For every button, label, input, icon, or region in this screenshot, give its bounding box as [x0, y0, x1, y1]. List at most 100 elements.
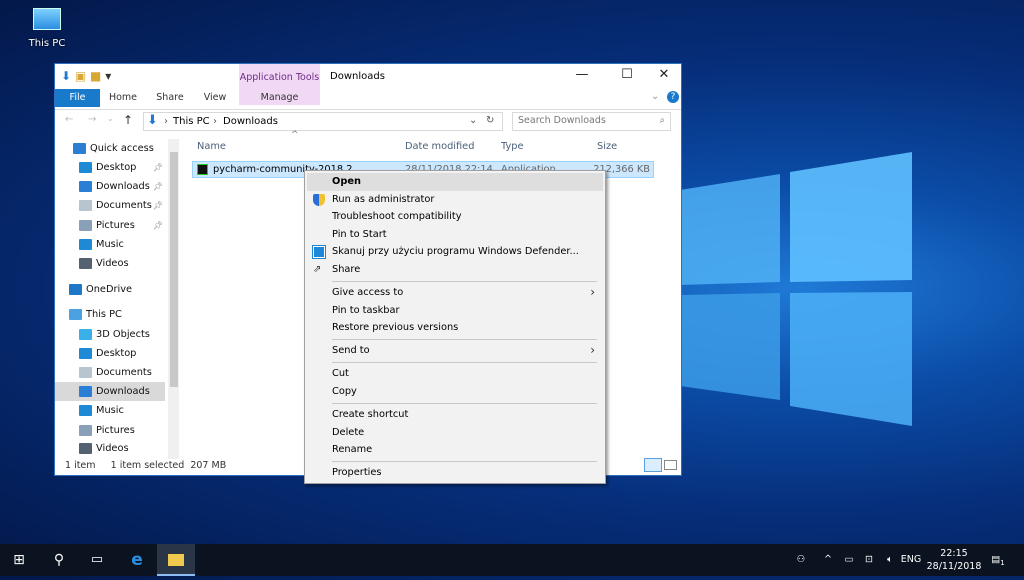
column-header-type[interactable]: Type: [501, 141, 524, 152]
tab-home[interactable]: Home: [103, 89, 143, 107]
download-arrow-icon: [79, 385, 92, 397]
nav-item-this-pc[interactable]: This PC: [55, 305, 165, 324]
cube-icon: [79, 328, 92, 340]
desktop-icon: [79, 161, 92, 173]
navigation-pane: Quick access Desktop 📌︎ Downloads 📌︎ Document…: [55, 139, 180, 464]
volume-icon[interactable]: 🔈︎: [880, 544, 900, 576]
quick-access-toolbar[interactable]: ⬇ ▣ ■ ▾: [61, 69, 111, 83]
download-arrow-icon: ⬇: [147, 113, 158, 128]
address-bar[interactable]: ⬇ › This PC › Downloads ⌄ ↻: [143, 112, 503, 131]
nav-item-documents[interactable]: Documents: [55, 363, 165, 382]
show-hidden-icons-chevron[interactable]: ^: [820, 544, 836, 576]
tab-file[interactable]: File: [55, 89, 100, 107]
pin-icon: 📌︎: [152, 182, 163, 191]
pin-icon: 📌︎: [152, 221, 163, 230]
nav-item-music[interactable]: Music: [55, 401, 165, 420]
menu-item-share[interactable]: ⇗ Share: [307, 261, 603, 279]
nav-item-desktop[interactable]: Desktop: [55, 344, 165, 363]
large-icons-view-button[interactable]: [664, 460, 677, 470]
context-menu: Open Run as administrator Troubleshoot com…: [304, 170, 606, 484]
minimize-button[interactable]: —: [567, 67, 597, 82]
tab-view[interactable]: View: [195, 89, 235, 107]
network-icon[interactable]: ⊡: [860, 544, 878, 576]
people-icon[interactable]: ⚇: [790, 544, 812, 576]
help-icon[interactable]: ?: [667, 91, 679, 103]
search-button[interactable]: ⚲: [44, 544, 74, 576]
details-view-button[interactable]: [644, 458, 662, 472]
menu-item-delete[interactable]: Delete: [307, 424, 603, 442]
power-icon[interactable]: ▭: [840, 544, 858, 576]
nav-item-quick-access[interactable]: Quick access: [55, 139, 165, 158]
menu-item-pin-to-start[interactable]: Pin to Start: [307, 226, 603, 244]
column-header-size[interactable]: Size: [597, 141, 617, 152]
address-dropdown-icon[interactable]: ⌄: [469, 115, 477, 126]
start-button[interactable]: ⊞: [4, 544, 34, 576]
recent-dropdown[interactable]: ⌄: [107, 114, 114, 123]
search-input[interactable]: Search Downloads ⌕: [512, 112, 671, 131]
nav-item-videos[interactable]: Videos: [55, 439, 165, 458]
nav-item-downloads[interactable]: Downloads: [55, 382, 165, 401]
nav-item-pictures[interactable]: Pictures: [55, 421, 165, 440]
column-header-date[interactable]: Date modified: [405, 141, 474, 152]
address-bar-row: ← → ⌄ ↑ ⬇ › This PC › Downloads ⌄ ↻ Sear…: [55, 109, 681, 133]
menu-item-troubleshoot-compatibility[interactable]: Troubleshoot compatibility: [307, 208, 603, 226]
document-icon: [79, 199, 92, 211]
desktop-icon-this-pc[interactable]: This PC: [22, 8, 72, 49]
computer-icon: [33, 8, 61, 30]
close-button[interactable]: ✕: [649, 67, 679, 82]
pictures-icon: [79, 424, 92, 436]
menu-item-give-access-to[interactable]: Give access to ›: [307, 284, 603, 302]
submenu-arrow-icon: ›: [590, 343, 595, 358]
menu-item-pin-to-taskbar[interactable]: Pin to taskbar: [307, 302, 603, 320]
expand-ribbon-icon[interactable]: ⌄: [651, 91, 659, 102]
breadcrumb-downloads[interactable]: Downloads: [223, 116, 278, 127]
nav-item-downloads[interactable]: Downloads 📌︎: [55, 177, 165, 196]
window-title: Downloads: [330, 71, 385, 82]
back-button[interactable]: ←: [65, 114, 73, 125]
nav-item-pictures[interactable]: Pictures 📌︎: [55, 216, 165, 235]
nav-item-documents[interactable]: Documents 📌︎: [55, 196, 165, 215]
column-header-name[interactable]: Name: [197, 141, 226, 152]
clock[interactable]: 22:15 28/11/2018: [926, 544, 982, 576]
nav-item-videos[interactable]: Videos: [55, 254, 165, 273]
pictures-icon: [79, 219, 92, 231]
menu-item-rename[interactable]: Rename: [307, 441, 603, 459]
menu-item-restore-previous-versions[interactable]: Restore previous versions: [307, 319, 603, 337]
breadcrumb-this-pc[interactable]: This PC: [173, 116, 210, 127]
status-bar: 1 item 1 item selected 207 MB: [65, 460, 227, 471]
menu-item-properties[interactable]: Properties: [307, 464, 603, 482]
edge-icon[interactable]: e: [122, 544, 152, 576]
menu-item-open[interactable]: Open: [307, 173, 603, 191]
computer-icon: [69, 308, 82, 320]
cloud-icon: [69, 283, 82, 295]
nav-item-3d-objects[interactable]: 3D Objects: [55, 325, 165, 344]
menu-item-create-shortcut[interactable]: Create shortcut: [307, 406, 603, 424]
submenu-arrow-icon: ›: [590, 285, 595, 300]
action-center-icon[interactable]: ▤1: [988, 544, 1008, 576]
forward-button[interactable]: →: [88, 114, 96, 125]
share-icon: ⇗: [313, 263, 322, 275]
desktop-icon: [79, 347, 92, 359]
menu-item-copy[interactable]: Copy: [307, 383, 603, 401]
videos-icon: [79, 257, 92, 269]
windows-logo-wallpaper: [680, 152, 912, 426]
menu-item-send-to[interactable]: Send to ›: [307, 342, 603, 360]
nav-item-desktop[interactable]: Desktop 📌︎: [55, 158, 165, 177]
menu-item-skanuj-przy-u-yciu-programu-wi[interactable]: Skanuj przy użyciu programu Windows Defe…: [307, 243, 603, 261]
sort-ascending-icon: ^: [291, 130, 299, 140]
file-explorer-taskbar-button[interactable]: [157, 544, 195, 576]
refresh-icon[interactable]: ↻: [486, 115, 494, 126]
maximize-button[interactable]: ☐: [612, 67, 642, 82]
up-button[interactable]: ↑: [123, 113, 133, 127]
language-indicator[interactable]: ENG: [900, 544, 922, 576]
search-icon: ⌕: [659, 115, 665, 126]
pin-icon: 📌︎: [152, 163, 163, 172]
task-view-button[interactable]: ▭: [82, 544, 112, 576]
music-note-icon: [79, 238, 92, 250]
menu-item-run-as-administrator[interactable]: Run as administrator: [307, 191, 603, 209]
nav-item-music[interactable]: Music: [55, 235, 165, 254]
tab-share[interactable]: Share: [150, 89, 190, 107]
menu-item-cut[interactable]: Cut: [307, 365, 603, 383]
download-arrow-icon: [79, 180, 92, 192]
nav-item-onedrive[interactable]: OneDrive: [55, 280, 165, 299]
